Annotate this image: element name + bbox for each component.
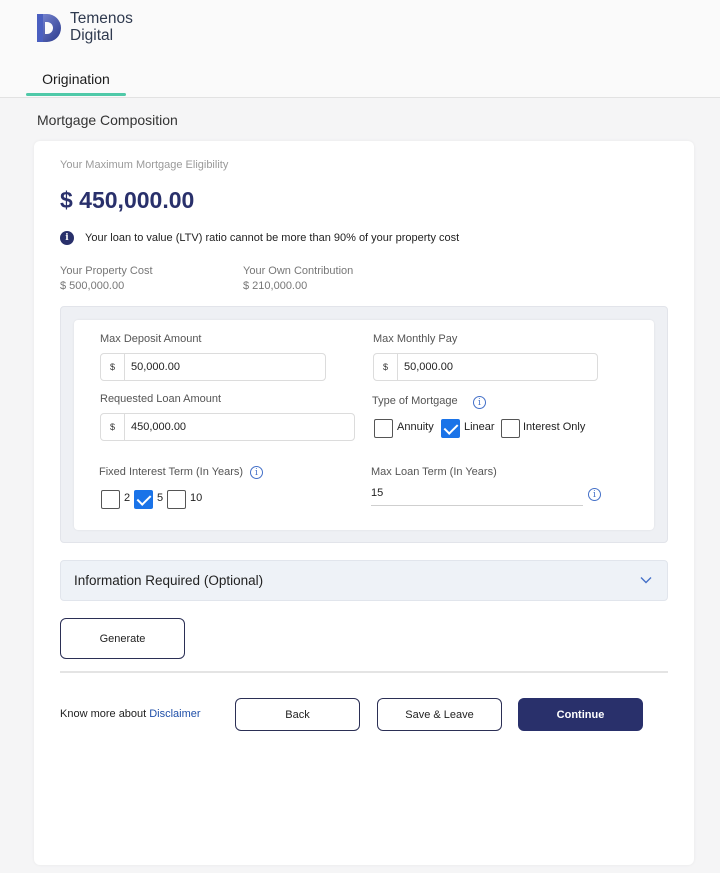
- requested-loan-value[interactable]: 450,000.00: [125, 414, 354, 440]
- max-monthly-label: Max Monthly Pay: [373, 333, 458, 345]
- app-header: Temenos Digital Origination: [0, 0, 720, 98]
- term-10-label: 10: [190, 492, 203, 504]
- interest-only-checkbox[interactable]: [501, 419, 520, 438]
- currency-prefix: $: [101, 414, 125, 440]
- linear-label: Linear: [464, 421, 495, 433]
- information-required-accordion[interactable]: Information Required (Optional): [60, 560, 668, 601]
- max-loan-term-label: Max Loan Term (In Years): [371, 466, 497, 478]
- info-icon: i: [60, 231, 74, 245]
- term-5-label: 5: [157, 492, 164, 504]
- annuity-checkbox[interactable]: [374, 419, 393, 438]
- brand-line-2: Digital: [70, 27, 114, 44]
- term-5-checkbox[interactable]: [134, 490, 153, 509]
- property-cost-value: $ 500,000.00: [60, 280, 125, 292]
- brand-line-1: Temenos: [70, 10, 133, 27]
- eligibility-label: Your Maximum Mortgage Eligibility: [60, 159, 229, 171]
- term-10-checkbox[interactable]: [167, 490, 186, 509]
- own-contribution-value: $ 210,000.00: [243, 280, 308, 292]
- max-loan-term-info-icon[interactable]: i: [588, 488, 601, 501]
- own-contribution-label: Your Own Contribution: [243, 265, 354, 277]
- ltv-info-text: Your loan to value (LTV) ratio cannot be…: [85, 232, 460, 244]
- back-button[interactable]: Back: [235, 698, 360, 731]
- term-2-label: 2: [124, 492, 131, 504]
- linear-checkbox[interactable]: [441, 419, 460, 438]
- eligibility-amount: $ 450,000.00: [60, 187, 195, 213]
- max-loan-term-input[interactable]: 15: [371, 483, 583, 506]
- max-monthly-input[interactable]: $ 50,000.00: [373, 353, 598, 381]
- know-more-text: Know more about: [60, 708, 147, 720]
- max-deposit-value[interactable]: 50,000.00: [125, 354, 325, 380]
- max-deposit-label: Max Deposit Amount: [100, 333, 202, 345]
- continue-button[interactable]: Continue: [518, 698, 643, 731]
- max-monthly-value[interactable]: 50,000.00: [398, 354, 597, 380]
- page-title: Mortgage Composition: [37, 112, 178, 128]
- currency-prefix: $: [101, 354, 125, 380]
- property-cost-label: Your Property Cost: [60, 265, 153, 277]
- currency-prefix: $: [374, 354, 398, 380]
- requested-loan-input[interactable]: $ 450,000.00: [100, 413, 355, 441]
- generate-button[interactable]: Generate: [60, 618, 185, 659]
- fixed-interest-term-label: Fixed Interest Term (In Years): [99, 466, 244, 478]
- mortgage-type-label: Type of Mortgage: [372, 395, 458, 407]
- annuity-label: Annuity: [397, 421, 434, 433]
- term-2-checkbox[interactable]: [101, 490, 120, 509]
- active-tab-indicator: [26, 93, 126, 96]
- accordion-title: Information Required (Optional): [74, 573, 264, 588]
- disclaimer-link[interactable]: Disclaimer: [149, 708, 200, 720]
- divider: [60, 671, 668, 673]
- ltv-info-row: i Your loan to value (LTV) ratio cannot …: [60, 231, 459, 245]
- fixed-interest-info-icon[interactable]: i: [250, 466, 263, 479]
- interest-only-label: Interest Only: [523, 421, 586, 433]
- brand-name: Temenos Digital: [70, 10, 133, 44]
- mortgage-type-info-icon[interactable]: i: [473, 396, 486, 409]
- requested-loan-label: Requested Loan Amount: [100, 393, 222, 405]
- disclaimer-note: Know more about Disclaimer: [60, 708, 201, 720]
- max-deposit-input[interactable]: $ 50,000.00: [100, 353, 326, 381]
- save-leave-button[interactable]: Save & Leave: [377, 698, 502, 731]
- chevron-down-icon[interactable]: [639, 573, 653, 587]
- temenos-logo-icon: [37, 14, 61, 42]
